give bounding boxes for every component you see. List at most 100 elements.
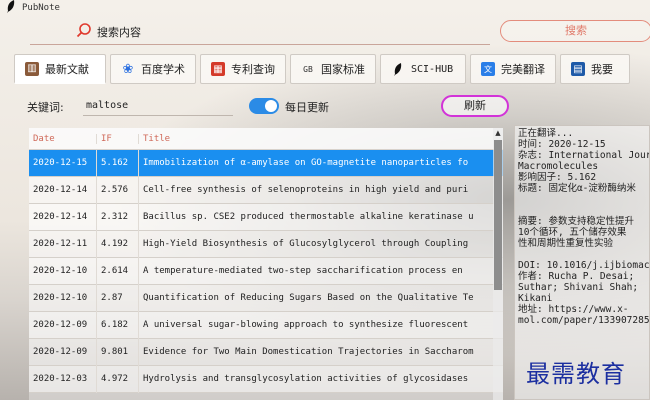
column-header-title[interactable]: Title [139,134,503,144]
scrollbar-thumb[interactable] [494,140,502,290]
patent-icon: ▦ [211,62,225,76]
table-row[interactable]: 2020-12-09 6.182 A universal sugar-blowing… [29,311,503,339]
search-underline [30,44,490,45]
cell-title: A temperature-mediated two-step sacchari… [143,265,463,276]
cell-date: 2020-12-11 [29,230,97,258]
cell-if: 4.972 [97,365,139,393]
app-title: PubNote [22,3,60,13]
daily-update-toggle[interactable] [249,98,279,114]
cell-date: 2020-12-15 [29,149,97,177]
table-scrollbar[interactable]: ▲ [493,128,503,400]
detail-line: 性和周期性重复性实验 [518,238,614,249]
tab-latest-literature[interactable]: ▥ 最新文献 [14,54,106,84]
table-row[interactable]: 2020-12-10 2.614 A temperature-mediated tw… [29,257,503,285]
tab-bar: ▥ 最新文献 ❀ 百度学术 ▦ 专利查询 GB 国家标准 SCI-HUB 文 完… [14,54,650,86]
cell-title: Bacillus sp. CSE2 produced thermostable … [143,211,474,222]
tab-label: 国家标准 [321,63,365,76]
detail-line: 标题: 固定化α-淀粉酶纳米 [518,183,636,194]
detail-line: 正在翻译... [518,128,574,139]
detail-line [518,205,646,216]
cell-date: 2020-12-03 [29,365,97,393]
cell-title: High-Yield Biosynthesis of Glucosylglyce… [143,238,469,249]
detail-line: 作者: Rucha P. Desai; [518,271,635,282]
table-row[interactable]: 2020-12-03 4.972 Hydrolysis and transglyco… [29,365,503,393]
table-row[interactable]: 2020-12-14 2.576 Cell-free synthesis of se… [29,176,503,204]
detail-line: 地址: https://www.x- [518,304,629,315]
detail-line [518,194,646,205]
cell-date: 2020-12-14 [29,176,97,204]
tab-label: 最新文献 [45,62,89,76]
search-icon [76,22,92,38]
cell-date: 2020-12-10 [29,284,97,312]
detail-line: Suthar; Shivani Shah; [518,282,639,293]
detail-line: Kikani [518,293,553,304]
cell-date: 2020-12-09 [29,311,97,339]
column-header-date[interactable]: Date [29,133,97,144]
column-header-if[interactable]: IF [97,133,139,144]
cell-date: 2020-12-14 [29,203,97,231]
cell-if: 4.192 [97,230,139,258]
detail-line: 10个循环, 五个储存效果 [518,227,627,238]
tab-label: 专利查询 [231,63,275,76]
detail-line: mol.com/paper/1339072853 [518,315,650,326]
search-bar: 搜索内容 搜索 [0,16,650,46]
keyword-label: 关键词: [27,101,64,114]
cell-if: 6.182 [97,311,139,339]
tab-national-standard[interactable]: GB 国家标准 [290,54,376,84]
cell-if: 9.801 [97,338,139,366]
tab-label: 完美翻译 [501,63,545,76]
cell-if: 2.614 [97,257,139,285]
cell-date: 2020-12-10 [29,257,97,285]
tab-patent-search[interactable]: ▦ 专利查询 [200,54,286,84]
table-body: 2020-12-15 5.162 Immobilization of α-amyla… [29,149,503,393]
search-button[interactable]: 搜索 [500,20,650,42]
tab-label: SCI-HUB [411,63,454,75]
detail-line: 时间: 2020-12-15 [518,139,606,150]
feather-icon [0,0,22,16]
translate-icon: 文 [481,62,495,76]
detail-line: 杂志: International Jour [518,150,650,161]
table-row[interactable]: 2020-12-14 2.312 Bacillus sp. CSE2 produce… [29,203,503,231]
cell-title: Immobilization of α-amylase on GO-magnet… [143,157,469,168]
cell-if: 2.312 [97,203,139,231]
book-icon: ▤ [571,62,585,76]
cell-date: 2020-12-09 [29,338,97,366]
keyword-row: 关键词: 每日更新 刷新 [0,92,650,120]
search-input[interactable]: 搜索内容 [97,24,141,40]
tab-sci-hub[interactable]: SCI-HUB [380,54,466,84]
cell-title: Quantification of Reducing Sugars Based … [143,292,474,303]
refresh-button[interactable]: 刷新 [441,95,509,117]
keyword-input[interactable] [83,96,233,116]
library-icon: ▥ [25,61,39,76]
cell-if: 5.162 [97,149,139,177]
standard-icon: GB [303,64,313,74]
tab-baidu-scholar[interactable]: ❀ 百度学术 [110,54,196,84]
table-row[interactable]: 2020-12-11 4.192 High-Yield Biosynthesis o… [29,230,503,258]
toggle-knob [265,100,277,112]
cell-title: A universal sugar-blowing approach to sy… [143,319,469,330]
raven-icon [391,62,405,76]
detail-line: Macromolecules [518,161,599,172]
tab-label: 百度学术 [141,63,185,76]
baidu-paw-icon: ❀ [122,61,134,77]
table-row[interactable]: 2020-12-10 2.87 Quantification of Reducing… [29,284,503,312]
results-table: Date IF Title 2020-12-15 5.162 Immobilizat… [29,128,503,400]
title-bar: PubNote [0,0,650,16]
cell-title: Hydrolysis and transglycosylation activi… [143,373,469,384]
detail-line: DOI: 10.1016/j.ijbiomac. [518,260,650,271]
cell-if: 2.576 [97,176,139,204]
tab-label: 我要 [591,63,613,76]
table-row[interactable]: 2020-12-09 9.801 Evidence for Two Main Dom… [29,338,503,366]
detail-line: 摘要: 参数支持稳定性提升 [518,216,634,227]
watermark: 最需教育 [526,360,626,388]
scroll-up-arrow-icon[interactable]: ▲ [493,128,503,138]
detail-line: 影响因子: 5.162 [518,172,597,183]
tab-perfect-translation[interactable]: 文 完美翻译 [470,54,556,84]
daily-update-label: 每日更新 [285,101,329,114]
tab-more[interactable]: ▤ 我要 [560,54,630,84]
table-row[interactable]: 2020-12-15 5.162 Immobilization of α-amyla… [29,149,503,177]
cell-title: Cell-free synthesis of selenoproteins in… [143,184,469,195]
table-header: Date IF Title [29,128,503,150]
detail-text: 正在翻译... 时间: 2020-12-15 杂志: International J… [515,126,649,328]
cell-title: Evidence for Two Main Domestication Traj… [143,346,474,357]
